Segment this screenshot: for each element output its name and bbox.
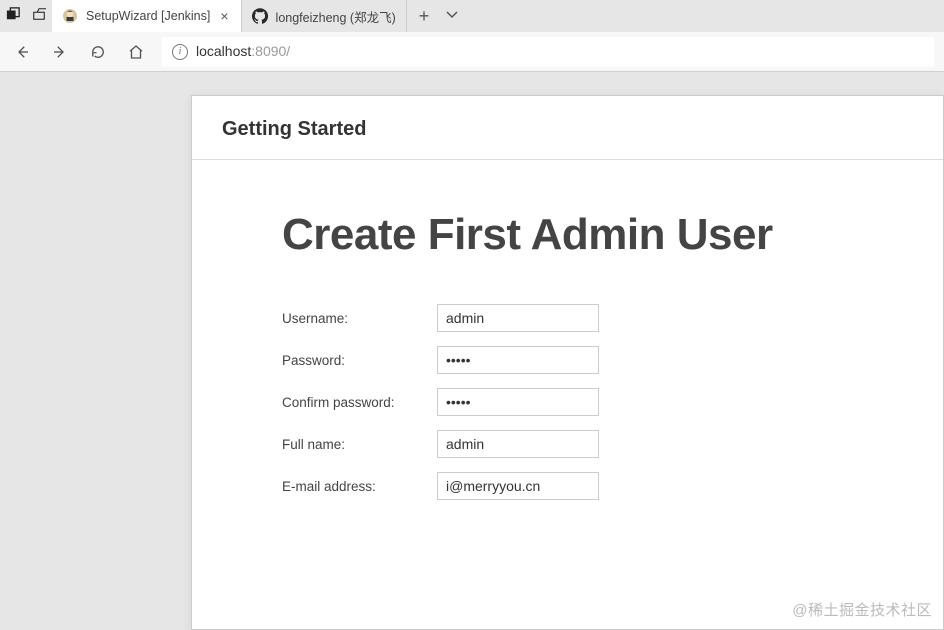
close-icon[interactable]: × — [218, 9, 230, 23]
window-restore-icon[interactable] — [32, 7, 46, 26]
browser-tab-1[interactable]: longfeizheng (郑龙飞) — [242, 0, 407, 32]
forward-button[interactable] — [48, 40, 72, 64]
browser-address-bar: i localhost:8090/ — [0, 32, 944, 72]
browser-tab-0[interactable]: SetupWizard [Jenkins] × — [52, 0, 242, 32]
username-input[interactable] — [437, 304, 599, 332]
new-tab-button[interactable]: + — [419, 6, 430, 27]
url-text: localhost:8090/ — [196, 43, 290, 61]
tab-title: SetupWizard [Jenkins] — [86, 9, 210, 23]
jenkins-favicon — [62, 8, 78, 24]
back-button[interactable] — [10, 40, 34, 64]
username-label: Username: — [282, 311, 437, 326]
page-title: Create First Admin User — [282, 210, 913, 260]
tab-list-icon[interactable] — [445, 7, 459, 26]
window-tab-icon[interactable] — [6, 7, 20, 26]
panel-header: Getting Started — [192, 96, 943, 160]
fullname-input[interactable] — [437, 430, 599, 458]
watermark-text: @稀土掘金技术社区 — [792, 599, 932, 620]
fullname-label: Full name: — [282, 437, 437, 452]
browser-titlebar: SetupWizard [Jenkins] × longfeizheng (郑龙… — [0, 0, 944, 32]
confirm-password-input[interactable] — [437, 388, 599, 416]
refresh-button[interactable] — [86, 40, 110, 64]
tab-title: longfeizheng (郑龙飞) — [276, 7, 396, 26]
confirm-password-label: Confirm password: — [282, 395, 437, 410]
password-input[interactable] — [437, 346, 599, 374]
github-favicon — [252, 8, 268, 24]
email-label: E-mail address: — [282, 479, 437, 494]
setup-wizard-panel: Getting Started Create First Admin User … — [191, 95, 944, 630]
password-label: Password: — [282, 353, 437, 368]
site-info-icon[interactable]: i — [172, 44, 188, 60]
url-box[interactable]: i localhost:8090/ — [162, 37, 934, 67]
home-button[interactable] — [124, 40, 148, 64]
email-input[interactable] — [437, 472, 599, 500]
